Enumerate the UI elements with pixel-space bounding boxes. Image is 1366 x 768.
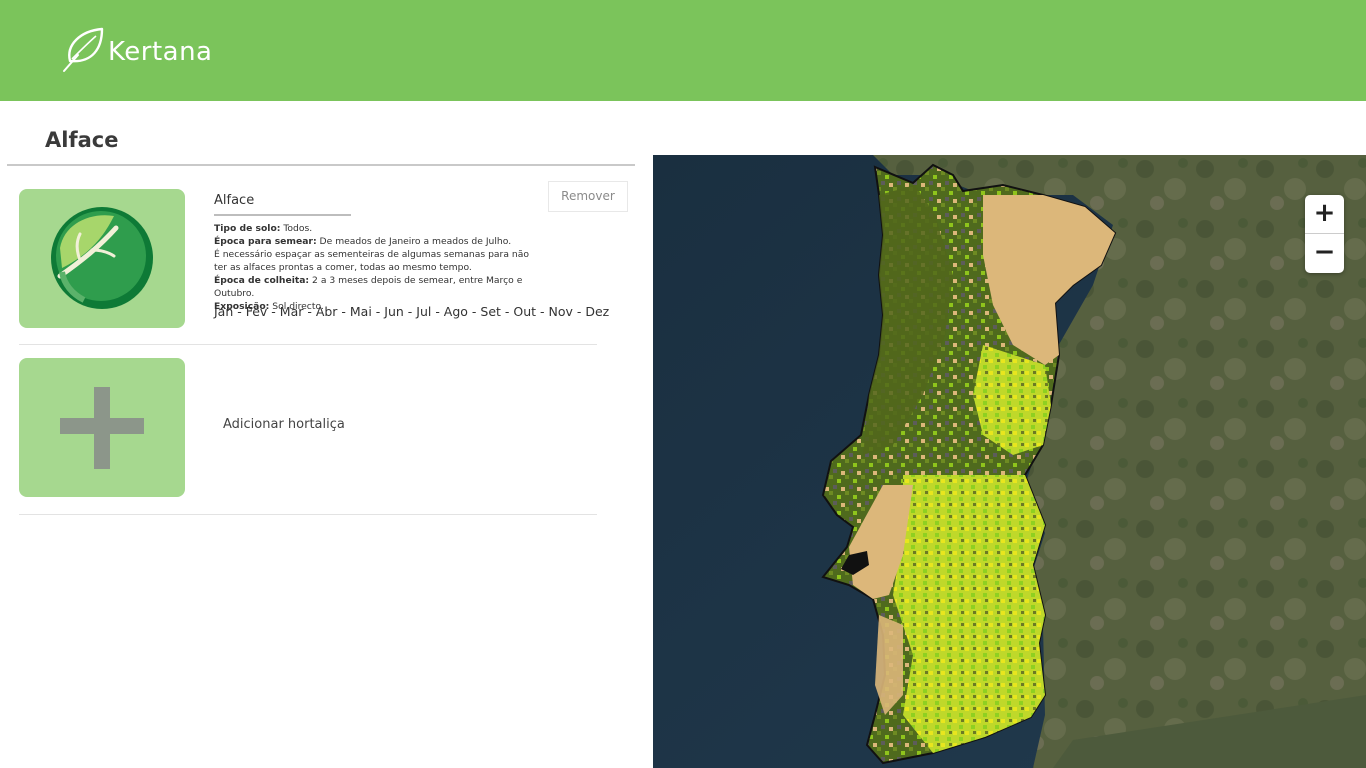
map[interactable]: + − bbox=[653, 155, 1366, 768]
crop-info: Tipo de solo: Todos. Época para semear: … bbox=[214, 222, 544, 313]
harvest-label: Época de colheita: bbox=[214, 275, 310, 286]
title-divider bbox=[7, 164, 635, 166]
add-crop-thumbnail[interactable] bbox=[19, 358, 185, 497]
sowing-note-2: ter as alfaces prontas a comer, todas ao… bbox=[214, 262, 472, 273]
crop-card: Alface Tipo de solo: Todos. Época para s… bbox=[19, 181, 628, 345]
crop-thumbnail[interactable] bbox=[19, 189, 185, 328]
sowing-note-1: É necessário espaçar as sementeiras de a… bbox=[214, 249, 529, 260]
zoom-control: + − bbox=[1305, 195, 1344, 273]
crop-name: Alface bbox=[214, 193, 255, 208]
soil-value: Todos. bbox=[283, 223, 313, 234]
crop-name-underline bbox=[214, 214, 351, 216]
brand-name: Kertana bbox=[108, 37, 213, 67]
page-title: Alface bbox=[45, 128, 119, 152]
add-crop-label[interactable]: Adicionar hortaliça bbox=[223, 417, 345, 432]
brand-logo[interactable]: Kertana bbox=[58, 27, 212, 73]
lettuce-icon bbox=[51, 207, 153, 309]
sowing-label: Época para semear: bbox=[214, 236, 317, 247]
leaf-icon bbox=[63, 27, 104, 72]
remove-button[interactable]: Remover bbox=[548, 181, 628, 212]
zoom-out-button[interactable]: − bbox=[1305, 234, 1344, 273]
add-crop-card[interactable]: Adicionar hortaliça bbox=[19, 358, 597, 515]
zoom-in-button[interactable]: + bbox=[1305, 195, 1344, 234]
soil-label: Tipo de solo: bbox=[214, 223, 281, 234]
map-canvas[interactable] bbox=[653, 155, 1366, 768]
top-bar: Kertana bbox=[0, 0, 1366, 101]
crop-months: Jan - Fev - Mar - Abr - Mai - Jun - Jul … bbox=[214, 304, 610, 319]
sowing-value: De meados de Janeiro a meados de Julho. bbox=[319, 236, 512, 247]
